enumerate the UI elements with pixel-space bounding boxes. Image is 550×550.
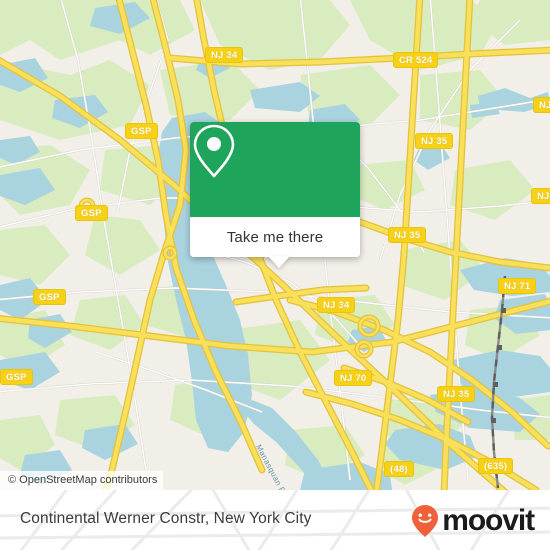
moovit-wordmark: moovit: [442, 504, 535, 537]
place-title: Continental Werner Constr, New York City: [20, 510, 312, 527]
road-shield: GSP: [33, 289, 66, 305]
moovit-logo[interactable]: moovit: [410, 504, 535, 538]
road-shield: NJ 35: [415, 133, 454, 149]
location-popup-card[interactable]: Take me there: [190, 122, 360, 268]
footer-bar: Continental Werner Constr, New York City…: [0, 490, 550, 550]
road-shield: NJ 70: [334, 370, 373, 386]
road-shield: NJ 35: [388, 227, 427, 243]
road-shield: GSP: [75, 205, 108, 221]
moovit-smiley-pin-icon: [412, 505, 439, 537]
road-shield: NJ 71: [498, 278, 537, 294]
map-screenshot: NJ 34 CR 524 GSP NJ 35 NJ NJ 7 GSP NJ 35 GSP NJ 3…: [0, 0, 550, 550]
road-shield: GSP: [0, 369, 33, 385]
road-shield: NJ 34: [317, 297, 356, 313]
popup-image-area: [190, 122, 360, 217]
road-shield: (48): [384, 461, 414, 477]
road-shield: NJ 7: [531, 188, 550, 204]
take-me-there-button[interactable]: Take me there: [190, 217, 360, 257]
road-shield: NJ 35: [437, 386, 476, 402]
road-shield: CR 524: [393, 52, 439, 68]
osm-attribution[interactable]: © OpenStreetMap contributors: [0, 471, 164, 490]
road-shield: GSP: [125, 123, 158, 139]
popup-pointer-tail: [268, 256, 290, 268]
road-shield: (635): [478, 458, 514, 474]
map-canvas[interactable]: NJ 34 CR 524 GSP NJ 35 NJ NJ 7 GSP NJ 35 GSP NJ 3…: [0, 0, 550, 490]
road-shield: NJ 34: [205, 47, 244, 63]
map-pin-icon: [193, 124, 235, 178]
road-shield: NJ: [533, 97, 550, 113]
